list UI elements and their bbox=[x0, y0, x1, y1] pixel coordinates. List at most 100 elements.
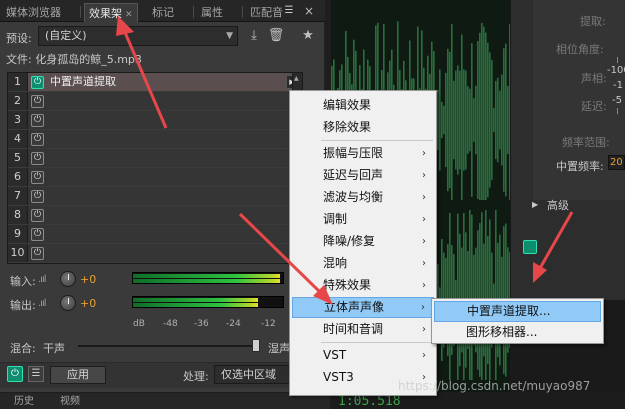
mix-slider-handle[interactable] bbox=[252, 339, 260, 352]
effect-slot[interactable]: 5 ⏻ bbox=[8, 149, 302, 168]
scale-tick bbox=[617, 108, 618, 114]
list-icon[interactable]: ☰ bbox=[28, 366, 44, 382]
waveform-sample bbox=[471, 43, 473, 197]
center-frequency-input[interactable]: 20 bbox=[608, 155, 625, 170]
meter-scale-label: -12 bbox=[261, 319, 276, 329]
effect-slot[interactable]: 1 ⏻ 中置声道提取 ▶ bbox=[8, 73, 302, 92]
slot-number: 3 bbox=[8, 111, 28, 129]
menu-item[interactable]: 混响 › bbox=[292, 253, 434, 274]
waveform-sample bbox=[439, 69, 441, 171]
menu-item[interactable]: 降噪/修复 › bbox=[292, 231, 434, 252]
power-icon[interactable]: ⏻ bbox=[31, 209, 44, 222]
input-gain-knob[interactable] bbox=[60, 271, 76, 287]
pan-scale-number: -1 bbox=[613, 80, 623, 91]
apply-button[interactable]: 应用 bbox=[50, 366, 106, 384]
chevron-right-icon: › bbox=[422, 148, 426, 159]
effect-slot[interactable]: 3 ⏻ bbox=[8, 111, 302, 130]
menu-item[interactable]: 滤波与均衡 › bbox=[292, 187, 434, 208]
master-power-icon[interactable]: ⏻ bbox=[7, 366, 23, 382]
power-icon[interactable]: ⏻ bbox=[31, 76, 44, 89]
waveform-sample bbox=[503, 48, 505, 192]
preset-dropdown[interactable]: (自定义) ▼ bbox=[38, 26, 238, 46]
submenu-item-center-channel-extractor[interactable]: 中置声道提取... bbox=[434, 301, 601, 322]
waveform-sample bbox=[467, 86, 469, 154]
chevron-right-icon: › bbox=[421, 302, 425, 313]
submenu-item-graphic-phase-shifter[interactable]: 图形移相器... bbox=[434, 322, 601, 343]
chevron-right-icon: › bbox=[422, 170, 426, 181]
star-icon[interactable]: ★ bbox=[298, 26, 318, 46]
effect-slot[interactable]: 7 ⏻ bbox=[8, 187, 302, 206]
slot-number: 8 bbox=[8, 206, 28, 224]
output-gain-knob[interactable] bbox=[60, 295, 76, 311]
menu-item[interactable]: 振幅与压限 › bbox=[292, 143, 434, 164]
menu-item[interactable]: 特殊效果 › bbox=[292, 275, 434, 296]
expand-triangle-icon[interactable]: ▶ bbox=[532, 200, 538, 209]
power-icon[interactable] bbox=[523, 240, 537, 254]
trash-icon[interactable]: 🗑 bbox=[266, 26, 286, 46]
tab-properties[interactable]: 属性 bbox=[197, 3, 227, 22]
chevron-right-icon: › bbox=[422, 324, 426, 335]
menu-item-label: VST bbox=[323, 348, 347, 362]
slot-number: 4 bbox=[8, 130, 28, 148]
power-icon[interactable]: ⏻ bbox=[31, 228, 44, 241]
preset-value: (自定义) bbox=[45, 29, 87, 42]
slot-number: 2 bbox=[8, 92, 28, 110]
menu-item-label: 延迟与回声 bbox=[323, 168, 384, 182]
effect-slot[interactable]: 4 ⏻ bbox=[8, 130, 302, 149]
menu-item[interactable]: 延迟与回声 › bbox=[292, 165, 434, 186]
waveform-sample bbox=[497, 77, 499, 163]
effect-slot[interactable]: 9 ⏻ bbox=[8, 225, 302, 244]
file-label: 文件: 化身孤岛的鲸_5.mp3 bbox=[6, 53, 142, 66]
menu-item[interactable]: 时间和音调 › bbox=[292, 319, 434, 340]
save-preset-icon[interactable]: ⤓ bbox=[244, 26, 264, 46]
tab-markers[interactable]: 标记 bbox=[148, 3, 178, 22]
panel-menu-icon[interactable]: ☰ bbox=[281, 4, 297, 18]
menu-item[interactable]: 立体声声像 › bbox=[292, 297, 434, 318]
menu-item-label: 滤波与均衡 bbox=[323, 190, 384, 204]
power-icon[interactable]: ⏻ bbox=[31, 133, 44, 146]
effects-rack-panel: 媒体浏览器 效果架 ✕ 标记 属性 匹配音 ☰ × 预设: (自定义) ▼ ⤓ 🗑… bbox=[0, 0, 325, 392]
effect-slot[interactable]: 2 ⏻ bbox=[8, 92, 302, 111]
input-label: 输入: bbox=[10, 275, 36, 288]
waveform-sample bbox=[485, 210, 487, 380]
menu-item[interactable]: 调制 › bbox=[292, 209, 434, 230]
effect-slot-list: 1 ⏻ 中置声道提取 ▶ 2⏻ 3⏻ 4⏻ 5⏻ 6⏻ 7⏻ 8⏻ 9⏻ 10⏻… bbox=[7, 72, 303, 264]
advanced-section-toggle[interactable]: 高级 bbox=[547, 197, 569, 213]
slot-number: 5 bbox=[8, 149, 28, 167]
panel-tab-bar: 媒体浏览器 效果架 ✕ 标记 属性 匹配音 ☰ × bbox=[0, 0, 325, 22]
power-icon[interactable]: ⏻ bbox=[31, 114, 44, 127]
effect-slot[interactable]: 8 ⏻ bbox=[8, 206, 302, 225]
waveform-sample bbox=[455, 70, 457, 170]
scroll-up-icon[interactable]: ▲ bbox=[294, 75, 299, 82]
waveform-sample bbox=[463, 69, 465, 171]
power-icon[interactable]: ⏻ bbox=[31, 171, 44, 184]
extract-label: 提取: bbox=[580, 15, 606, 28]
tab-effects-rack[interactable]: 效果架 ✕ bbox=[84, 3, 138, 22]
menu-item[interactable]: 移除效果 bbox=[292, 117, 434, 138]
power-icon[interactable]: ⏻ bbox=[31, 95, 44, 108]
chevron-right-icon: › bbox=[422, 236, 426, 247]
tab-media-browser[interactable]: 媒体浏览器 bbox=[2, 3, 65, 22]
waveform-sample bbox=[481, 22, 483, 200]
power-icon[interactable]: ⏻ bbox=[31, 152, 44, 165]
panel-close-icon[interactable]: × bbox=[301, 4, 317, 18]
power-icon[interactable]: ⏻ bbox=[31, 190, 44, 203]
meter-bar bbox=[133, 303, 258, 307]
power-icon[interactable]: ⏻ bbox=[31, 247, 44, 260]
menu-item[interactable]: VST › bbox=[292, 345, 434, 366]
scale-tick bbox=[617, 57, 618, 63]
mix-label: 混合: bbox=[10, 342, 36, 355]
menu-item[interactable]: 编辑效果 bbox=[292, 95, 434, 116]
tab-video[interactable]: 视频 bbox=[60, 395, 80, 409]
slot-number: 6 bbox=[8, 168, 28, 186]
tab-history[interactable]: 历史 bbox=[14, 395, 34, 409]
effect-slot[interactable]: 10 ⏻ bbox=[8, 244, 302, 263]
close-icon[interactable]: ✕ bbox=[125, 10, 133, 20]
preset-label: 预设: bbox=[6, 32, 32, 45]
menu-separator bbox=[321, 140, 433, 141]
chevron-down-icon: ▼ bbox=[226, 31, 233, 41]
process-dropdown[interactable]: 仅选中区域 bbox=[214, 365, 300, 384]
mix-slider-track[interactable] bbox=[78, 345, 256, 347]
waveform-sample bbox=[493, 107, 495, 133]
effect-slot[interactable]: 6 ⏻ bbox=[8, 168, 302, 187]
